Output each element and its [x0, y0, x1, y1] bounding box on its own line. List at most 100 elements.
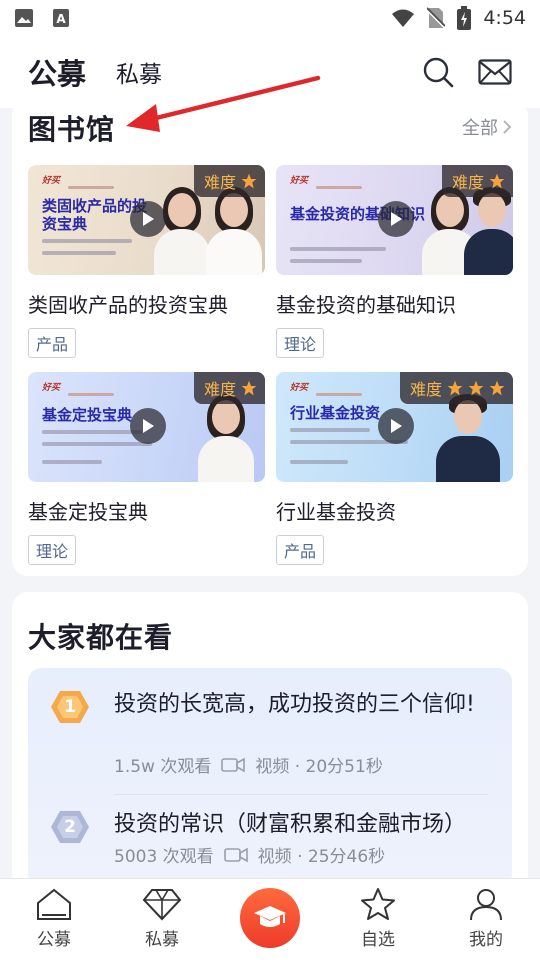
star-icon — [468, 380, 484, 396]
cover-subline — [42, 442, 152, 446]
play-icon — [391, 419, 402, 433]
search-icon[interactable] — [422, 56, 454, 88]
difficulty-badge: 难度 — [399, 372, 513, 404]
rank-title[interactable]: 投资的长宽高，成功投资的三个信仰! — [114, 690, 494, 720]
font-app-icon: A — [53, 9, 69, 27]
nav-label: 自选 — [361, 930, 395, 950]
type-duration: 视频 · 25分46秒 — [257, 847, 386, 867]
no-sim-icon — [427, 7, 446, 29]
list-divider — [114, 794, 488, 795]
library-title: 图书馆 — [28, 113, 116, 146]
cover-brand-underline — [316, 393, 362, 396]
view-all-link[interactable]: 全部 — [462, 114, 512, 140]
wifi-icon — [392, 9, 415, 27]
difficulty-label: 难度 — [409, 380, 442, 399]
course-cover[interactable]: 好买 类固收产品的投资宝典 难度 — [28, 165, 265, 275]
play-button[interactable] — [378, 408, 414, 444]
view-all-label: 全部 — [462, 118, 498, 139]
star-icon — [489, 173, 505, 189]
difficulty-badge: 难度 — [441, 165, 513, 197]
chevron-right-icon — [503, 120, 512, 134]
star-icon — [447, 380, 463, 396]
course-tag: 产品 — [276, 535, 325, 565]
gallery-icon — [15, 9, 33, 27]
nav-label: 私募 — [145, 930, 179, 950]
battery-charging-icon — [457, 6, 472, 30]
cover-brand: 好买 — [290, 176, 309, 186]
difficulty-label: 难度 — [203, 173, 236, 192]
diamond-icon — [142, 889, 182, 921]
course-title[interactable]: 基金投资的基础知识 — [276, 289, 513, 318]
difficulty-badge: 难度 — [193, 165, 265, 197]
rank-meta: 5003 次观看 视频 · 25分46秒 — [114, 842, 385, 867]
nav-item-public[interactable]: 公募 — [0, 879, 108, 960]
annotation-arrow — [126, 75, 321, 132]
popular-list: 1 投资的长宽高，成功投资的三个信仰! 1.5w 次观看 视频 · 20分51秒… — [28, 668, 512, 888]
learning-button[interactable] — [240, 887, 300, 948]
rank-meta: 1.5w 次观看 视频 · 20分51秒 — [114, 752, 383, 777]
difficulty-label: 难度 — [451, 173, 484, 192]
graduation-cap-icon — [254, 905, 286, 927]
svg-text:A: A — [56, 12, 66, 26]
course-cover[interactable]: 好买 基金定投宝典 难度 — [28, 372, 265, 482]
user-icon — [470, 889, 502, 921]
nav-label: 公募 — [37, 930, 71, 950]
cover-subline — [290, 259, 362, 263]
course-title[interactable]: 行业基金投资 — [276, 496, 513, 525]
rank-badge: 1 — [50, 690, 90, 724]
rank-title[interactable]: 投资的常识（财富积累和金融市场） — [114, 810, 494, 840]
play-button[interactable] — [378, 201, 414, 237]
cover-brand-underline — [68, 186, 114, 189]
star-icon — [241, 173, 257, 189]
tab-public-funds[interactable]: 公募 — [28, 51, 86, 93]
view-count: 1.5w 次观看 — [114, 757, 212, 777]
course-card[interactable]: 好买 行业基金投资 难度 行业基金投资 产品 — [276, 372, 513, 565]
cover-subline — [42, 251, 116, 255]
cover-brand-underline — [68, 393, 114, 396]
nav-item-private[interactable]: 私募 — [108, 879, 216, 960]
cover-brand-underline — [316, 186, 362, 189]
cover-subline — [42, 239, 132, 243]
popular-section: 大家都在看 1 投资的长宽高，成功投资的三个信仰! 1.5w 次观看 视频 · … — [12, 592, 528, 892]
course-title[interactable]: 类固收产品的投资宝典 — [28, 289, 265, 318]
rank-number: 1 — [64, 697, 76, 717]
course-tag: 理论 — [276, 328, 325, 358]
view-count: 5003 次观看 — [114, 847, 214, 867]
course-card[interactable]: 好买 类固收产品的投资宝典 难度 类固收产品的投资宝典 产品 — [28, 165, 265, 358]
course-title[interactable]: 基金定投宝典 — [28, 496, 265, 525]
course-card[interactable]: 好买 基金投资的基础知识 难度 基金投资的基础知识 理论 — [276, 165, 513, 358]
status-bar: A 4:54 — [0, 0, 540, 36]
cover-subline — [42, 460, 102, 464]
video-camera-icon — [221, 757, 246, 772]
cover-subline — [290, 428, 370, 432]
nav-item-profile[interactable]: 我的 — [432, 879, 540, 960]
bottom-navigation: 公募 私募 自选 我的 — [0, 878, 540, 960]
cover-brand: 好买 — [42, 383, 61, 393]
difficulty-badge: 难度 — [193, 372, 265, 404]
star-icon — [489, 380, 505, 396]
play-button[interactable] — [130, 408, 166, 444]
type-duration: 视频 · 20分51秒 — [255, 757, 383, 777]
home-icon — [37, 888, 71, 920]
difficulty-label: 难度 — [203, 380, 236, 399]
mail-icon[interactable] — [478, 59, 512, 85]
course-card[interactable]: 好买 基金定投宝典 难度 基金定投宝典 理论 — [28, 372, 265, 565]
course-cover[interactable]: 好买 行业基金投资 难度 — [276, 372, 513, 482]
star-icon — [241, 380, 257, 396]
rank-number: 2 — [64, 817, 76, 837]
cover-subline — [290, 460, 348, 464]
cover-subline — [290, 247, 386, 251]
cover-subline — [42, 430, 142, 434]
course-cover[interactable]: 好买 基金投资的基础知识 难度 — [276, 165, 513, 275]
course-tag: 产品 — [28, 328, 77, 358]
play-icon — [391, 212, 402, 226]
library-section: 图书馆 全部 好买 类固收产品的投资宝典 难度 类固收产品的投资宝典 产品 好买 — [12, 100, 528, 576]
video-camera-icon — [223, 847, 248, 862]
rank-badge: 2 — [50, 810, 90, 844]
status-time: 4:54 — [483, 7, 526, 29]
nav-item-learning[interactable] — [216, 879, 324, 960]
play-button[interactable] — [130, 201, 166, 237]
nav-item-watchlist[interactable]: 自选 — [324, 879, 432, 960]
play-icon — [143, 212, 154, 226]
play-icon — [143, 419, 154, 433]
